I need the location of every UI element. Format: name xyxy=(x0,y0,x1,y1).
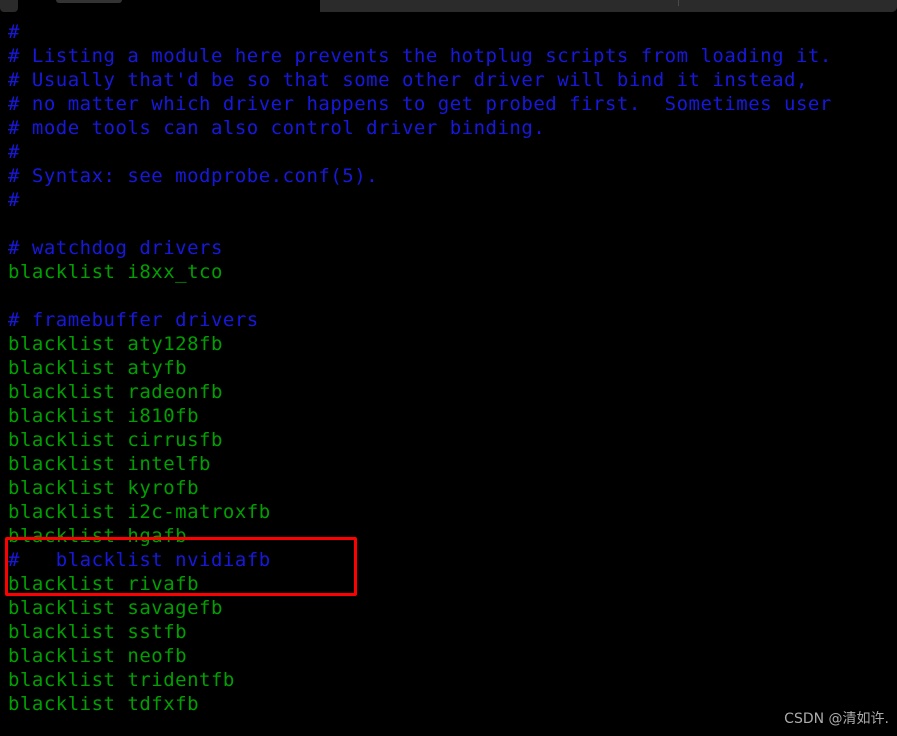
terminal-line: blacklist i810fb xyxy=(8,405,200,427)
window-tab-stub[interactable] xyxy=(56,0,122,3)
terminal-line: # watchdog drivers xyxy=(8,237,223,259)
window-left-corner xyxy=(0,0,18,12)
panel-divider xyxy=(678,0,679,6)
terminal-line: blacklist atyfb xyxy=(8,357,188,379)
terminal-line: blacklist intelfb xyxy=(8,453,211,475)
terminal-line: blacklist sstfb xyxy=(8,621,188,643)
terminal-line: blacklist rivafb xyxy=(8,573,200,595)
terminal-line: blacklist cirrusfb xyxy=(8,429,223,451)
terminal-line: # xyxy=(8,189,20,211)
terminal-line: blacklist aty128fb xyxy=(8,333,223,355)
window-title-bar xyxy=(0,0,897,14)
terminal-line: blacklist tridentfb xyxy=(8,669,235,691)
window-right-panel xyxy=(320,0,897,12)
terminal-line: # framebuffer drivers xyxy=(8,309,259,331)
csdn-watermark: CSDN @清如许. xyxy=(784,711,889,727)
terminal-line: # Listing a module here prevents the hot… xyxy=(8,45,832,67)
terminal-line: # xyxy=(8,141,20,163)
terminal-line: blacklist hgafb xyxy=(8,525,188,547)
terminal-text-area[interactable]: # # Listing a module here prevents the ho… xyxy=(0,14,897,736)
terminal-line: blacklist i2c-matroxfb xyxy=(8,501,271,523)
terminal-line: # Syntax: see modprobe.conf(5). xyxy=(8,165,379,187)
terminal-line: # no matter which driver happens to get … xyxy=(8,93,832,115)
terminal-line: blacklist tdfxfb xyxy=(8,693,200,715)
terminal-line: # Usually that'd be so that some other d… xyxy=(8,69,808,91)
terminal-line: blacklist i8xx_tco xyxy=(8,261,223,283)
terminal-line: # xyxy=(8,21,20,43)
terminal-line: blacklist savagefb xyxy=(8,597,223,619)
terminal-line: # blacklist nvidiafb xyxy=(8,549,271,571)
terminal-line: blacklist kyrofb xyxy=(8,477,200,499)
terminal-line: blacklist radeonfb xyxy=(8,381,223,403)
terminal-line: # mode tools can also control driver bin… xyxy=(8,117,546,139)
terminal-line: blacklist neofb xyxy=(8,645,188,667)
